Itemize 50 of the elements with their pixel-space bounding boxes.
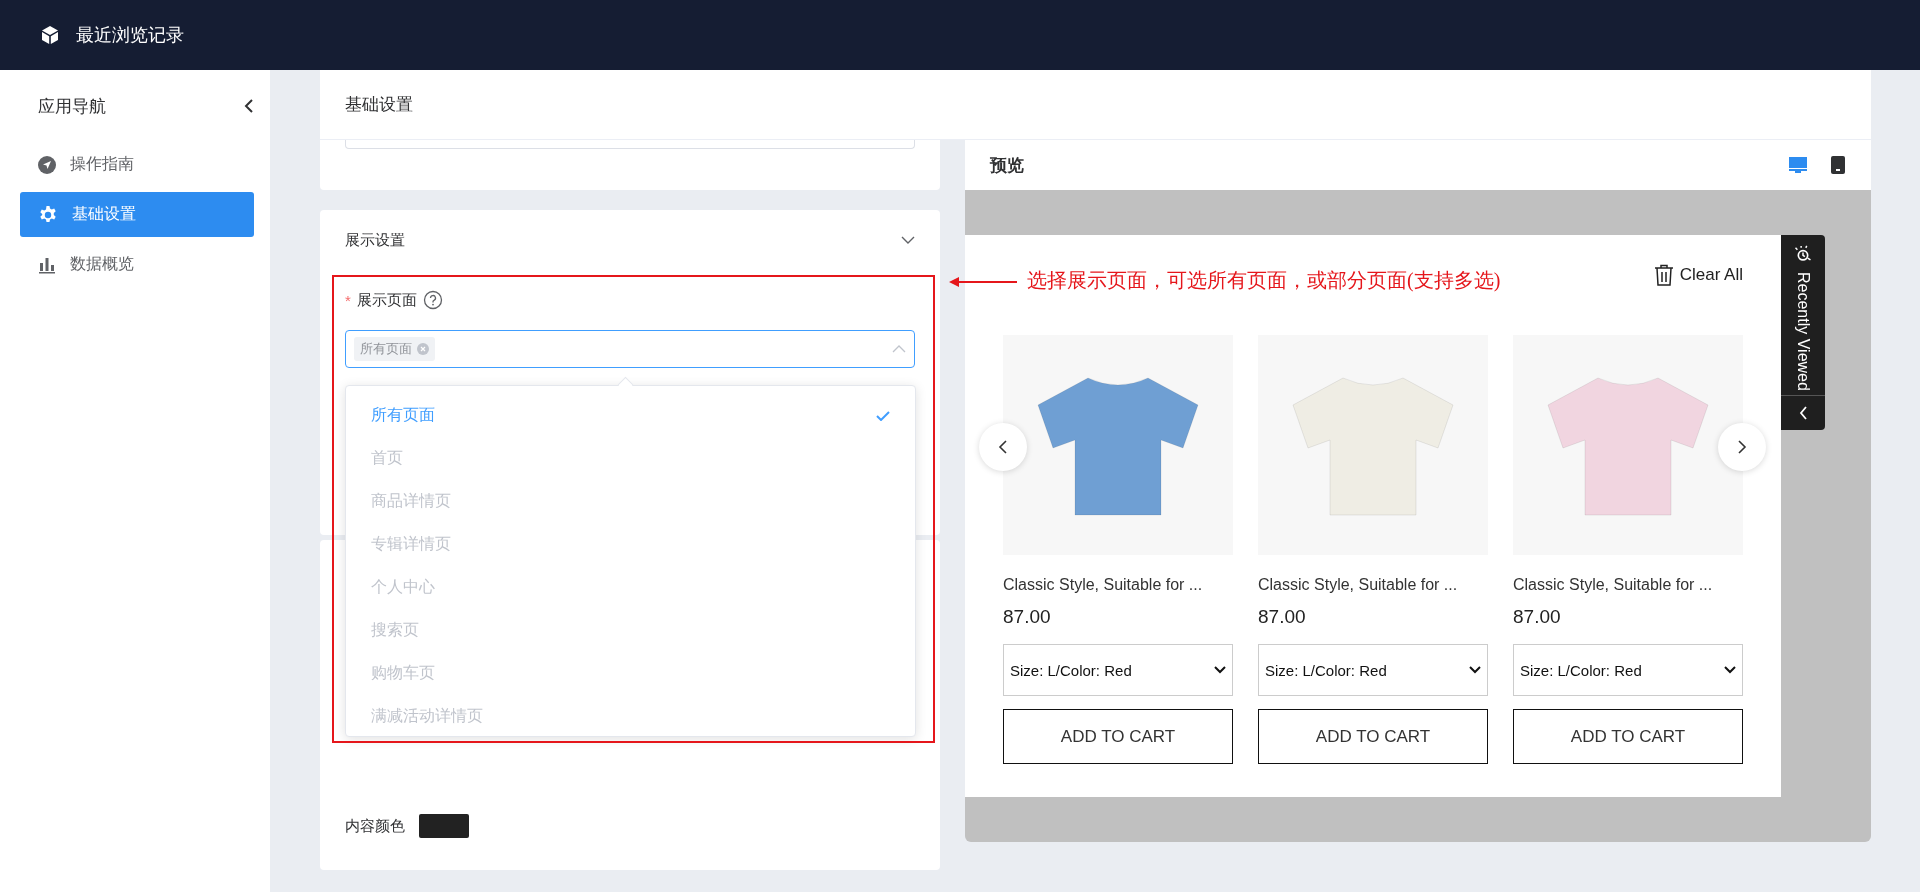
settings-icon	[38, 204, 58, 225]
app-title: 最近浏览记录	[76, 24, 184, 47]
help-icon[interactable]	[422, 290, 443, 310]
input-field[interactable]	[345, 140, 915, 149]
chevron-down-icon[interactable]	[901, 236, 915, 244]
chevron-left-icon[interactable]	[1798, 406, 1808, 420]
chevron-down-icon	[1469, 666, 1481, 674]
chevron-up-icon	[892, 345, 906, 353]
add-to-cart-button[interactable]: ADD TO CART	[1003, 709, 1233, 764]
product-title[interactable]: Classic Style, Suitable for ...	[1258, 576, 1488, 594]
variant-select[interactable]: Size: L/Color: Red	[1003, 644, 1233, 696]
chevron-down-icon	[1214, 666, 1226, 674]
check-icon	[876, 410, 890, 421]
add-to-cart-button[interactable]: ADD TO CART	[1258, 709, 1488, 764]
selected-tag: 所有页面	[354, 337, 435, 361]
clear-all-button[interactable]: Clear All	[1653, 264, 1743, 286]
desktop-icon[interactable]	[1788, 156, 1808, 174]
annotation-arrow	[949, 275, 1019, 289]
history-icon	[1793, 245, 1813, 264]
mobile-icon[interactable]	[1830, 156, 1846, 174]
sidebar-item[interactable]: 基础设置	[20, 192, 254, 237]
required-mark: *	[345, 291, 351, 309]
cube-icon	[40, 25, 60, 45]
annotation-text: 选择展示页面，可选所有页面，或部分页面(支持多选)	[1027, 268, 1501, 294]
product-price: 87.00	[1258, 606, 1307, 628]
field-label: 展示页面	[356, 290, 417, 310]
section-title: 展示设置	[345, 230, 405, 250]
preview-title: 预览	[990, 154, 1024, 177]
variant-select[interactable]: Size: L/Color: Red	[1513, 644, 1743, 696]
tab-label: Recently Viewed	[1794, 271, 1812, 393]
sidebar-title: 应用导航	[38, 95, 106, 118]
recently-viewed-tab[interactable]: Recently Viewed	[1781, 235, 1825, 430]
sidebar-item[interactable]: 数据概览	[20, 242, 254, 287]
color-swatch[interactable]	[419, 814, 469, 838]
product-title[interactable]: Classic Style, Suitable for ...	[1513, 576, 1743, 594]
add-to-cart-button[interactable]: ADD TO CART	[1513, 709, 1743, 764]
bar-chart-icon	[38, 255, 56, 274]
trash-icon	[1653, 264, 1674, 286]
product-price: 87.00	[1513, 606, 1562, 628]
variant-select[interactable]: Size: L/Color: Red	[1258, 644, 1488, 696]
page-title: 基础设置	[320, 70, 1871, 140]
product-price: 87.00	[1003, 606, 1052, 628]
close-icon[interactable]	[417, 343, 429, 355]
color-label: 内容颜色	[345, 816, 405, 836]
product-title[interactable]: Classic Style, Suitable for ...	[1003, 576, 1233, 594]
chevron-down-icon	[1724, 666, 1736, 674]
chevron-left-icon	[998, 439, 1008, 455]
chevron-right-icon	[1737, 439, 1747, 455]
sidebar-item[interactable]: 操作指南	[20, 142, 254, 187]
collapse-chevron-icon[interactable]	[244, 98, 254, 114]
